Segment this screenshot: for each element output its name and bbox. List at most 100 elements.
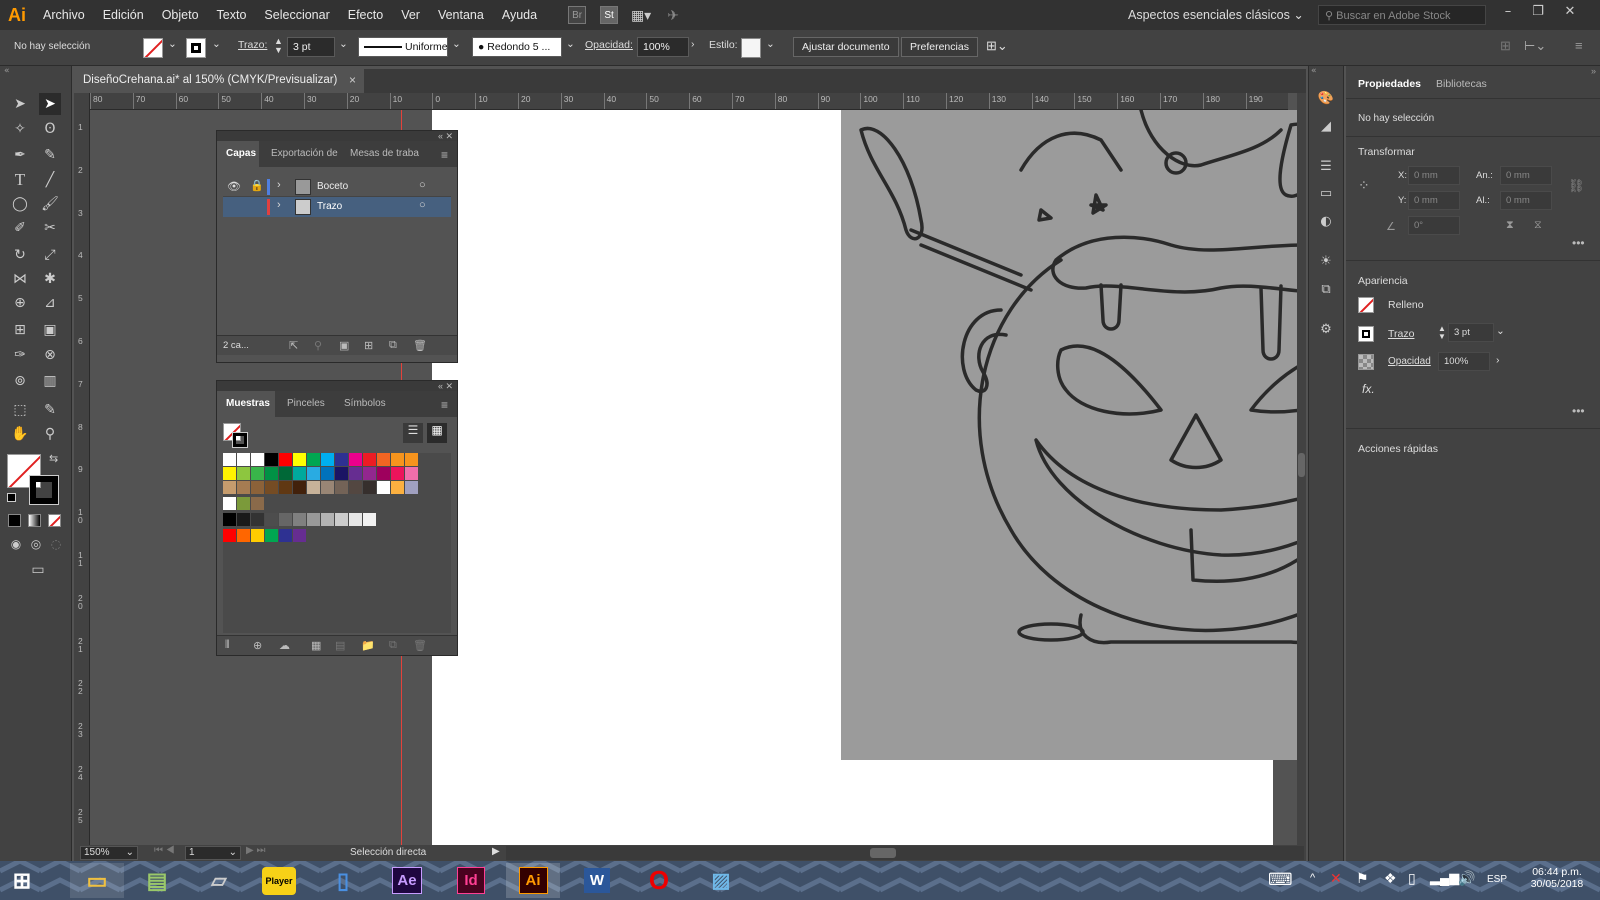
blend-tool-icon[interactable]: ⊗ (39, 344, 61, 366)
menu-ver[interactable]: Ver (392, 8, 429, 22)
color-swatch[interactable] (279, 467, 292, 480)
export-icon[interactable]: ⇱ (289, 339, 298, 352)
screen-mode-icon[interactable]: ▭ (25, 559, 51, 581)
close-document-icon[interactable]: × (349, 73, 356, 87)
color-swatch[interactable] (293, 453, 306, 466)
new-swatch-icon[interactable]: ⧉ (389, 639, 397, 652)
scroll-thumb[interactable] (1298, 453, 1305, 477)
color-swatch[interactable] (349, 453, 362, 466)
minimize-button[interactable]: – (1494, 4, 1522, 19)
color-swatch[interactable] (349, 481, 362, 494)
after-effects-app[interactable]: Ae (380, 863, 434, 898)
color-swatch[interactable] (251, 467, 264, 480)
h-scroll-thumb[interactable] (870, 848, 896, 858)
color-swatch[interactable] (321, 453, 334, 466)
word-icon[interactable]: W (570, 863, 624, 898)
fx-icon[interactable]: fx. (1362, 382, 1375, 396)
asset-export-icon[interactable]: ⚙ (1316, 319, 1336, 339)
style-dropdown-icon[interactable]: ⌄ (766, 38, 775, 50)
flip-vertical-icon[interactable]: ⧖ (1534, 219, 1542, 232)
color-swatch[interactable] (349, 513, 362, 526)
photos-icon[interactable]: ▨ (694, 863, 748, 898)
tab-pinceles[interactable]: Pinceles (287, 398, 325, 409)
line-tool-icon[interactable]: ╱ (39, 169, 61, 191)
color-group-icon[interactable]: ▤ (335, 639, 345, 652)
last-artboard-icon[interactable]: ▶ ⏭ (246, 845, 265, 856)
paintbrush-tool-icon[interactable]: 🖌 (39, 193, 61, 215)
color-swatch[interactable] (377, 467, 390, 480)
color-swatch[interactable] (391, 467, 404, 480)
color-swatch[interactable] (265, 467, 278, 480)
clipping-mask-icon[interactable]: ▣ (339, 339, 349, 352)
stroke-weight-field[interactable]: 3 pt (287, 37, 335, 57)
color-swatch[interactable] (377, 481, 390, 494)
fill-color-swatch[interactable] (1358, 297, 1374, 313)
restore-button[interactable]: ❐ (1524, 4, 1552, 19)
illustrator-app[interactable]: Ai (506, 863, 560, 898)
fill-swatch[interactable] (143, 38, 163, 58)
stroke-stepper-icon[interactable]: ▲ ▼ (1438, 325, 1446, 341)
bridge-icon[interactable]: Br (568, 6, 587, 24)
color-swatch[interactable] (223, 481, 236, 494)
more-options-icon[interactable]: ••• (1572, 236, 1585, 250)
color-swatch[interactable] (293, 513, 306, 526)
panel-header[interactable]: « ✕ (217, 131, 457, 141)
color-swatch[interactable] (363, 513, 376, 526)
menu-icon[interactable]: ≡ (1575, 38, 1583, 53)
preferences-button[interactable]: Preferencias (901, 37, 978, 57)
color-swatch[interactable] (237, 481, 250, 494)
width-field[interactable]: 0 mm (1500, 166, 1552, 185)
color-swatch[interactable] (307, 467, 320, 480)
pen-tool-icon[interactable]: ✒ (9, 144, 31, 166)
opacity-arrow-icon[interactable]: › (691, 38, 695, 50)
puppet-warp-icon[interactable]: ✱ (39, 268, 61, 290)
panel-header[interactable]: « ✕ (217, 381, 457, 391)
color-swatch[interactable] (279, 513, 292, 526)
expand-icon[interactable]: › (277, 199, 281, 211)
opacity-field[interactable]: 100% (1438, 352, 1490, 371)
first-artboard-icon[interactable]: ⏮ ◀ (154, 845, 175, 856)
notes-icon[interactable]: ▯ (316, 863, 370, 898)
rotate-tool-icon[interactable]: ↻ (9, 244, 31, 266)
color-swatch[interactable] (251, 513, 264, 526)
color-swatch[interactable] (307, 453, 320, 466)
brush-definition[interactable]: ● Redondo 5 ... (472, 37, 562, 57)
color-swatch[interactable] (307, 481, 320, 494)
eye-icon[interactable]: 👁 (227, 180, 241, 193)
menu-edicion[interactable]: Edición (94, 8, 153, 22)
perspective-grid-icon[interactable]: ⊿ (39, 292, 61, 314)
collapse-dock-icon[interactable]: « (1311, 66, 1317, 76)
new-layer-icon[interactable]: ⧉ (389, 339, 397, 352)
color-swatch[interactable] (321, 467, 334, 480)
vertical-ruler[interactable]: 1234567891 01 12 02 12 22 32 42 52 62 7 (74, 93, 90, 845)
list-view-icon[interactable]: ☰ (403, 423, 423, 443)
target-circle-icon[interactable]: ○ (419, 179, 426, 191)
curvature-tool-icon[interactable]: ✎ (39, 144, 61, 166)
width-tool-icon[interactable]: ⋈ (9, 268, 31, 290)
more-options-icon[interactable]: ••• (1572, 404, 1585, 418)
color-swatch[interactable] (223, 453, 236, 466)
new-sublayer-icon[interactable]: ⊞ (364, 339, 373, 352)
color-swatch[interactable] (293, 529, 306, 542)
transform-icon[interactable]: ⊞ (1500, 38, 1511, 54)
type-tool-icon[interactable]: T (9, 169, 31, 191)
new-color-group-icon[interactable]: 📁 (361, 639, 375, 652)
color-swatch[interactable] (251, 481, 264, 494)
grid-view-icon[interactable]: ▦ (427, 423, 447, 443)
zoom-tool-icon[interactable]: ⚲ (39, 423, 61, 445)
target-circle-icon[interactable]: ○ (419, 199, 426, 211)
color-swatch[interactable] (279, 453, 292, 466)
reference-point-icon[interactable]: ⁘ (1358, 177, 1370, 194)
artboard[interactable] (432, 110, 1297, 845)
profile-dropdown-icon[interactable]: ⌄ (452, 38, 461, 50)
opacity-swatch-icon[interactable] (1358, 354, 1374, 370)
dropbox-icon[interactable]: ❖ (1384, 870, 1397, 887)
layer-row-trazo[interactable]: › Trazo ○ (223, 197, 451, 217)
menu-texto[interactable]: Texto (208, 8, 256, 22)
folder-icon[interactable]: ▤ (130, 863, 184, 898)
color-swatch[interactable] (223, 497, 236, 510)
add-used-colors-icon[interactable]: ⊕ (253, 639, 262, 652)
color-swatch[interactable] (321, 481, 334, 494)
color-swatch[interactable] (265, 513, 278, 526)
arrange-documents-icon[interactable]: ▦▾ (631, 6, 651, 24)
